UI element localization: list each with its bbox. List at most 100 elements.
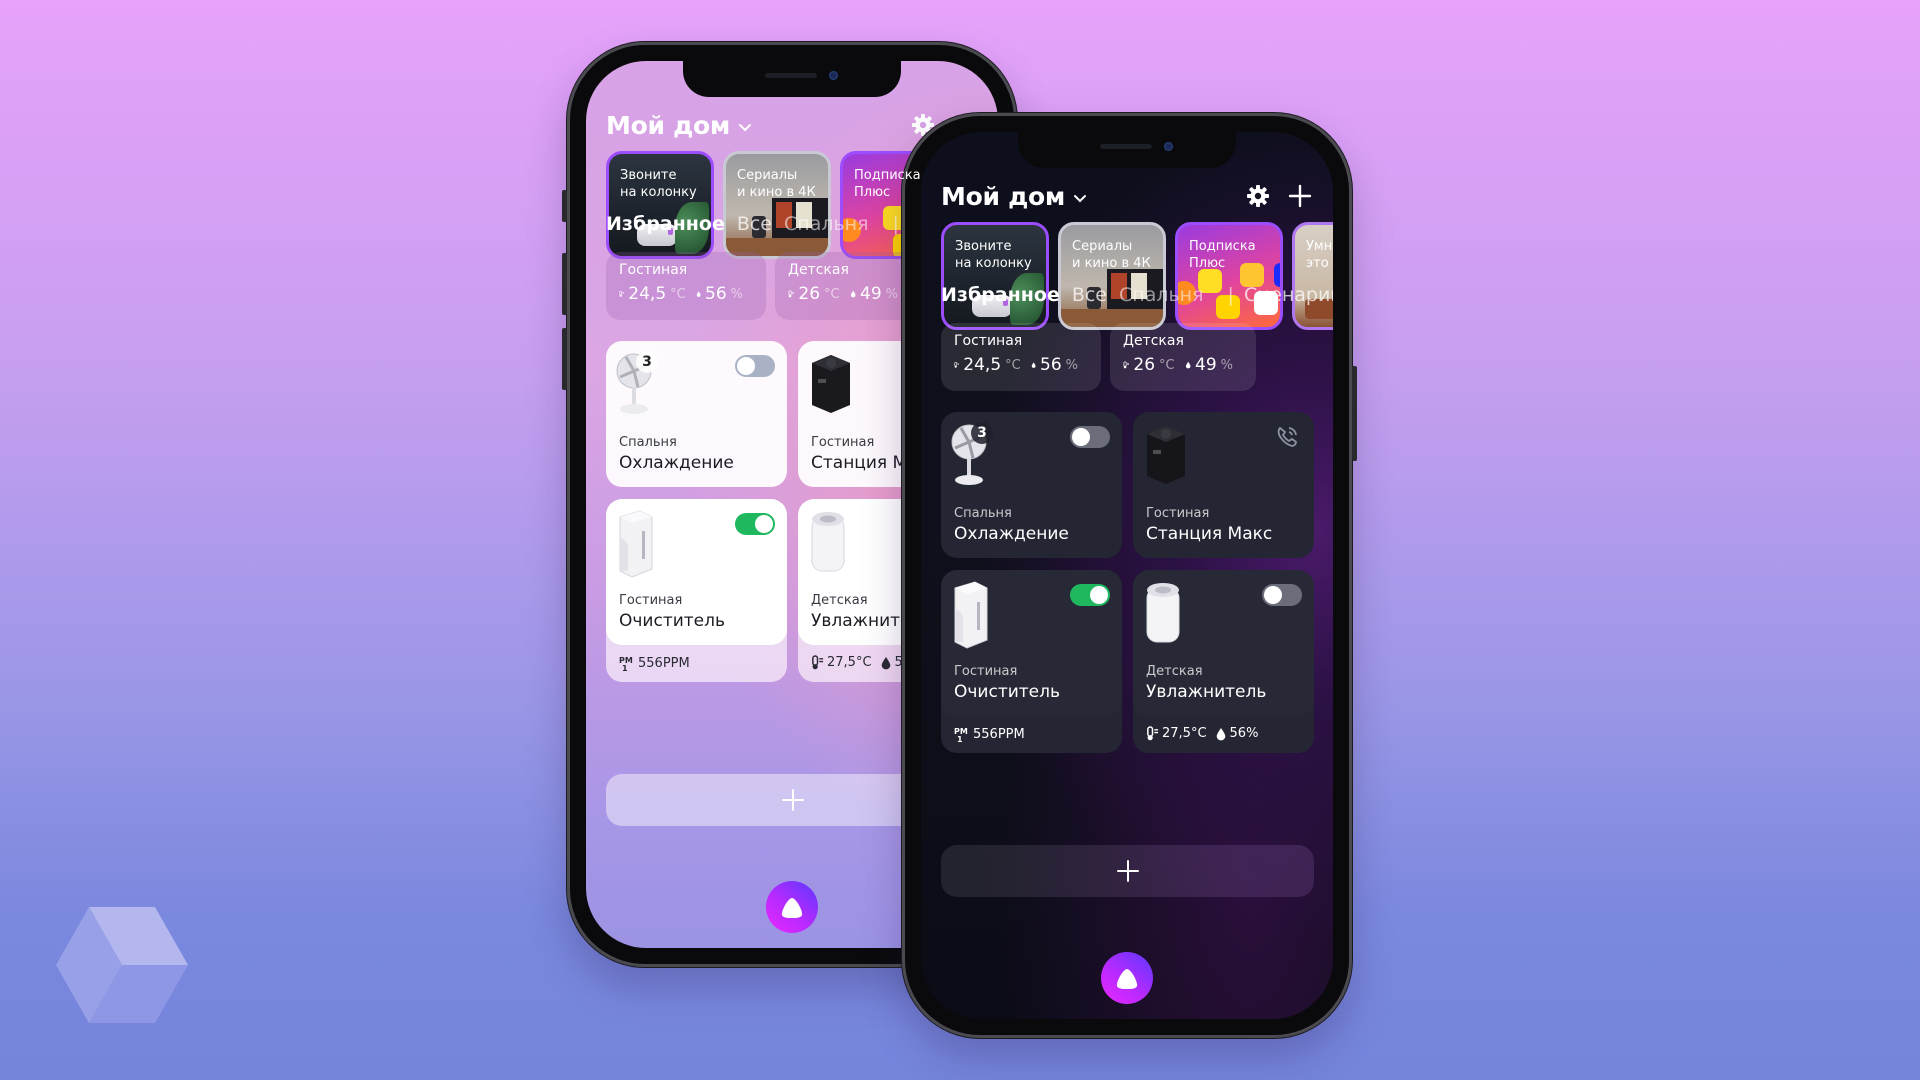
plus-icon — [1116, 860, 1139, 882]
temperature-value: 24,5 — [963, 355, 1002, 375]
air-purifier-icon — [619, 510, 653, 578]
home-title[interactable]: Мой дом — [941, 182, 1065, 211]
thermometer-icon — [1123, 361, 1129, 369]
humidity-value: 49 — [860, 284, 882, 304]
alice-assistant-button[interactable] — [766, 881, 818, 933]
room-chip[interactable]: Детская 26 °C 49% — [775, 252, 921, 320]
tab-favorites[interactable]: Избранное — [941, 284, 1060, 306]
plus-icon[interactable] — [1287, 183, 1313, 209]
thermometer-icon — [1147, 726, 1159, 741]
front-camera — [829, 71, 838, 80]
home-title[interactable]: Мой дом — [606, 111, 730, 140]
tabs-separator: | — [1227, 284, 1234, 306]
humidity-value: 56 — [1040, 355, 1062, 375]
power-toggle[interactable] — [735, 513, 775, 535]
pm1-icon: PM1 — [619, 656, 633, 671]
humidity-drop-icon — [881, 656, 890, 669]
room-tabs: Избранное Все Спальня | Сценарии — [941, 284, 1333, 306]
room-chip[interactable]: Детская 26 °C 49% — [1110, 323, 1256, 391]
device-name: Станция Макс — [1146, 524, 1273, 544]
story-title: Подписка Плюс — [1189, 239, 1256, 271]
story-title: Подписка Плюс — [854, 168, 921, 200]
chevron-down-icon[interactable] — [1073, 191, 1087, 205]
device-card[interactable]: Детская Увлажнитель 27,5°C 56% — [1133, 570, 1314, 753]
thermometer-icon — [954, 362, 959, 368]
temperature-unit: °C — [824, 286, 840, 302]
device-card[interactable]: 3 Спальня Охлаждение — [941, 412, 1122, 558]
device-name: Увлажнитель — [1146, 682, 1267, 702]
device-sensor-readout: PM 1 556PPM — [954, 726, 1025, 743]
thermometer-icon — [619, 291, 624, 297]
chevron-down-icon[interactable] — [738, 120, 752, 134]
device-card[interactable]: Гостиная Очиститель PM 1 556PPM — [606, 499, 787, 682]
cube-logo-icon — [56, 907, 188, 1023]
story-card[interactable]: Звоните на колонку — [606, 151, 714, 259]
tab-bedroom[interactable]: Спальня — [784, 213, 869, 235]
pm-value: 556PPM — [973, 726, 1025, 742]
room-chip[interactable]: Гостиная 24,5 °C 56% — [606, 252, 766, 320]
room-climate-chips: Гостиная 24,5 °C 56% Детская 26 °C 49% — [941, 323, 1256, 391]
alice-icon — [1116, 969, 1138, 989]
device-count-badge: 3 — [636, 351, 658, 373]
room-name: Гостиная — [954, 333, 1023, 349]
story-card[interactable]: Сериалы и кино в 4К — [723, 151, 831, 259]
tab-favorites[interactable]: Избранное — [606, 213, 725, 235]
tab-scenarios[interactable]: Сценарии — [1244, 284, 1333, 306]
story-card[interactable]: Умн это — [1292, 222, 1333, 330]
alice-assistant-button[interactable] — [1101, 952, 1153, 1004]
story-card[interactable]: Звоните на колонку — [941, 222, 1049, 330]
device-card[interactable]: 3 Спальня Охлаждение — [606, 341, 787, 487]
tab-bedroom[interactable]: Спальня — [1119, 284, 1204, 306]
humidity-drop-icon — [1031, 362, 1036, 368]
device-name: Охлаждение — [619, 453, 734, 473]
phone-power-button — [1352, 366, 1357, 461]
device-room: Гостиная — [619, 593, 683, 608]
humidity-drop-icon — [1216, 727, 1225, 740]
humidity-unit: % — [730, 286, 743, 302]
room-name: Детская — [788, 262, 849, 278]
device-grid: 3 Спальня Охлаждение Гостиная Станция Ма… — [941, 412, 1314, 753]
room-climate-chips: Гостиная 24,5 °C 56% Детская 26 °C 49% — [606, 252, 921, 320]
device-card[interactable]: Гостиная Очиститель PM 1 556PPM — [941, 570, 1122, 753]
humidity-unit: % — [1220, 357, 1233, 373]
device-room: Гостиная — [954, 664, 1018, 679]
pm1-icon: PM1 — [954, 727, 968, 742]
humidity-drop-icon — [1185, 361, 1191, 369]
story-card[interactable]: Подписка Плюс — [1175, 222, 1283, 330]
power-toggle[interactable] — [1070, 426, 1110, 448]
story-title: Звоните на колонку — [955, 239, 1032, 271]
device-card[interactable]: Гостиная Станция Макс — [1133, 412, 1314, 558]
app-screen: Мой дом Звоните на колонку Сериалы и кин… — [921, 132, 1333, 1019]
humidity-unit: % — [1065, 357, 1078, 373]
toggle-knob — [755, 515, 773, 533]
humidifier-icon — [1146, 583, 1180, 643]
power-toggle[interactable] — [1070, 584, 1110, 606]
power-toggle[interactable] — [735, 355, 775, 377]
temperature-unit: °C — [1159, 357, 1175, 373]
gear-icon[interactable] — [1245, 183, 1271, 209]
room-chip[interactable]: Гостиная 24,5 °C 56% — [941, 323, 1101, 391]
smart-speaker-icon — [812, 355, 850, 413]
humidity-value: 56% — [1229, 726, 1259, 741]
thermometer-icon — [788, 290, 794, 298]
temperature-value: 26 — [798, 284, 821, 304]
device-room: Детская — [1146, 664, 1203, 679]
call-icon[interactable] — [1274, 424, 1300, 450]
temperature-value: 27,5°C — [1162, 726, 1207, 741]
toggle-knob — [1264, 586, 1282, 604]
humidity-drop-icon — [696, 291, 701, 297]
device-room: Спальня — [954, 506, 1012, 521]
story-title: Умн это — [1306, 239, 1333, 271]
add-device-button[interactable] — [941, 845, 1314, 897]
smart-speaker-icon — [1147, 426, 1185, 484]
humidity-drop-icon — [850, 290, 856, 298]
device-room: Спальня — [619, 435, 677, 450]
temperature-unit: °C — [670, 286, 686, 302]
power-toggle[interactable] — [1262, 584, 1302, 606]
earpiece — [765, 73, 817, 78]
tab-all[interactable]: Все — [1072, 284, 1107, 306]
temperature-value: 24,5 — [628, 284, 667, 304]
humidity-value: 56 — [705, 284, 727, 304]
tab-all[interactable]: Все — [737, 213, 772, 235]
story-card[interactable]: Сериалы и кино в 4К — [1058, 222, 1166, 330]
